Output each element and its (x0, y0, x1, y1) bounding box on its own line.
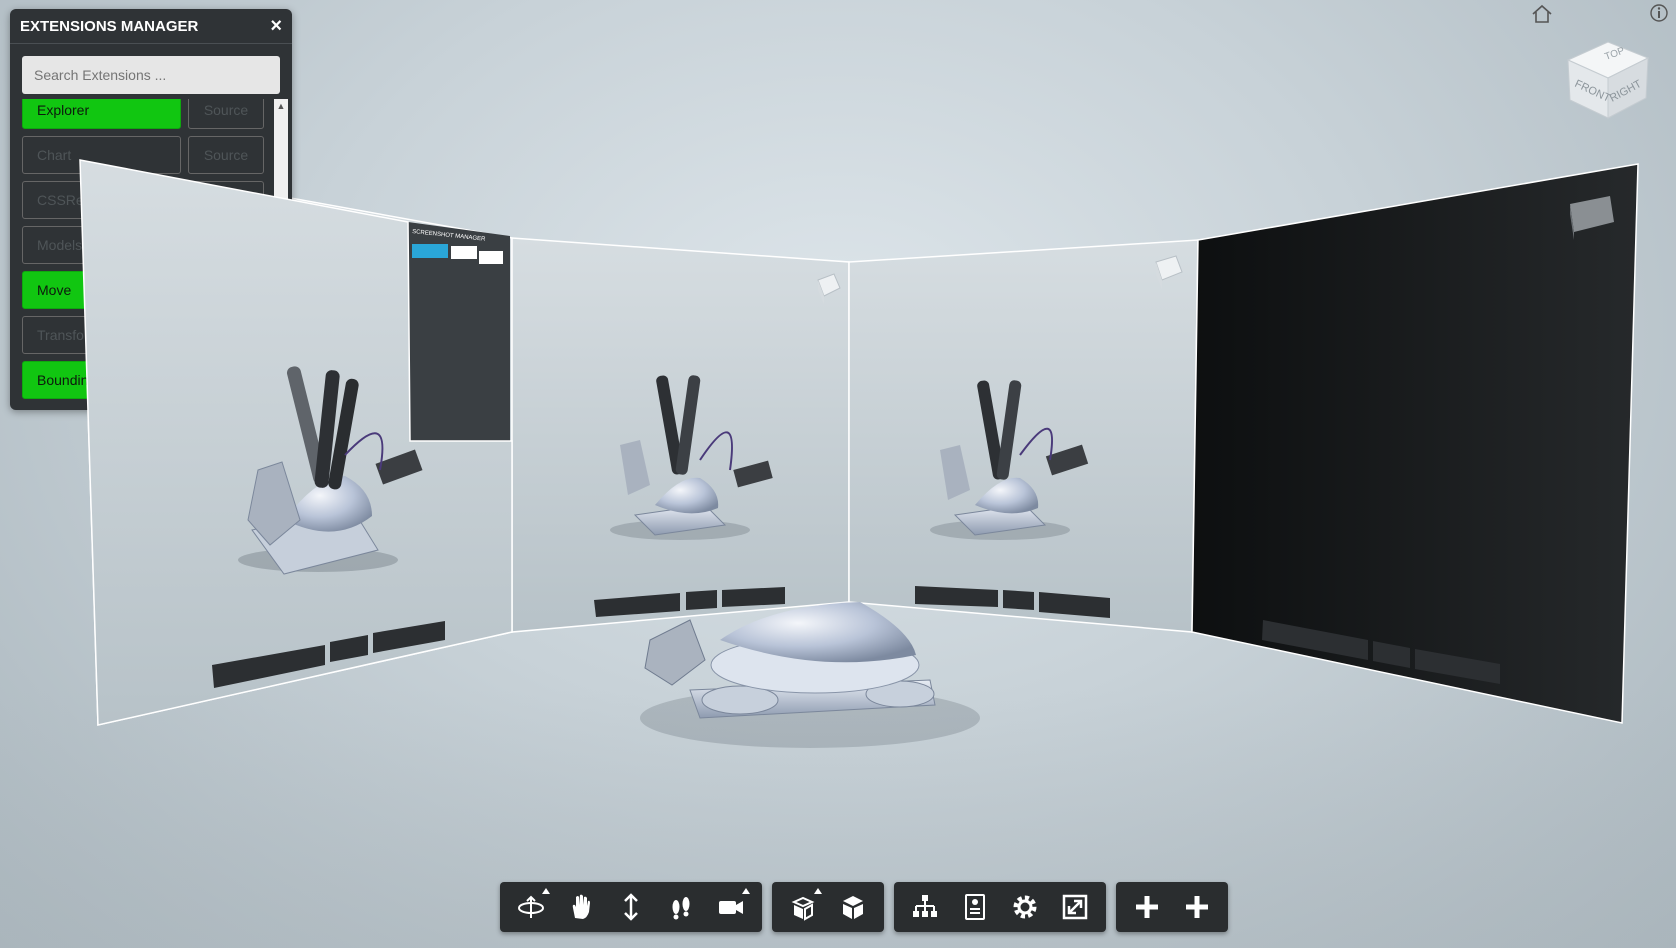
extension-row-bounding: Boundin (22, 361, 270, 399)
fullscreen-icon[interactable] (1050, 882, 1100, 932)
model-tree-icon[interactable] (900, 882, 950, 932)
extension-toggle-cssre[interactable]: CSSRe (22, 181, 181, 219)
extension-toggle-move[interactable]: Move (22, 271, 181, 309)
search-extensions-input[interactable] (22, 56, 280, 94)
extension-row-transform: Transfo (22, 316, 270, 354)
walk-icon[interactable] (656, 882, 706, 932)
extension-row-explorer: Explorer Source (22, 99, 270, 129)
plus-icon[interactable] (1122, 882, 1172, 932)
close-icon[interactable]: × (270, 16, 282, 36)
extension-row-move: Move (22, 271, 270, 309)
viewer-toolbar (500, 882, 1228, 932)
toolbar-group-extensions (1116, 882, 1228, 932)
extensions-manager-title: EXTENSIONS MANAGER (20, 17, 199, 35)
extensions-list: Explorer Source Chart Source CSSRe Model… (22, 99, 270, 405)
extensions-manager-header: EXTENSIONS MANAGER × (10, 9, 292, 44)
toolbar-group-navigation (500, 882, 762, 932)
extension-source-move[interactable] (188, 271, 264, 309)
extension-toggle-models[interactable]: Models (22, 226, 181, 264)
extension-row-models: Models (22, 226, 270, 264)
toolbar-group-model (772, 882, 884, 932)
extension-source-transform[interactable] (188, 316, 264, 354)
extension-row-chart: Chart Source (22, 136, 270, 174)
scroll-up-arrow-icon[interactable]: ▲ (276, 101, 286, 111)
home-icon[interactable] (1530, 2, 1554, 26)
extension-toggle-transform[interactable]: Transfo (22, 316, 181, 354)
view-cube[interactable]: TOP FRONT RIGHT (1560, 30, 1656, 130)
dolly-icon[interactable] (606, 882, 656, 932)
explode-icon[interactable] (778, 882, 828, 932)
extension-source-cssre[interactable] (188, 181, 264, 219)
extension-toggle-bounding[interactable]: Boundin (22, 361, 181, 399)
plus-icon[interactable] (1172, 882, 1222, 932)
extension-toggle-explorer[interactable]: Explorer (22, 99, 181, 129)
extension-source-explorer[interactable]: Source (188, 99, 264, 129)
extensions-scrollbar[interactable]: ▲ (274, 99, 288, 399)
cube-icon[interactable] (828, 882, 878, 932)
extension-source-bounding[interactable] (188, 361, 264, 399)
screen-right-dark (1191, 163, 1639, 724)
orbit-icon[interactable] (506, 882, 556, 932)
screen-center-left (511, 237, 850, 633)
screenshot-manager-mini: SCREENSHOT MANAGER (408, 222, 510, 441)
extension-toggle-chart[interactable]: Chart (22, 136, 181, 174)
properties-icon[interactable] (950, 882, 1000, 932)
info-icon[interactable] (1648, 2, 1670, 24)
camera-icon[interactable] (706, 882, 756, 932)
settings-icon[interactable] (1000, 882, 1050, 932)
toolbar-group-settings (894, 882, 1106, 932)
extension-row-cssre: CSSRe (22, 181, 270, 219)
extension-source-chart[interactable]: Source (188, 136, 264, 174)
robot-base-foreground (640, 602, 980, 748)
extensions-manager-panel: EXTENSIONS MANAGER × Explorer Source Cha… (10, 9, 292, 410)
extension-source-models[interactable] (188, 226, 264, 264)
screen-center-right (848, 239, 1199, 633)
pan-icon[interactable] (556, 882, 606, 932)
